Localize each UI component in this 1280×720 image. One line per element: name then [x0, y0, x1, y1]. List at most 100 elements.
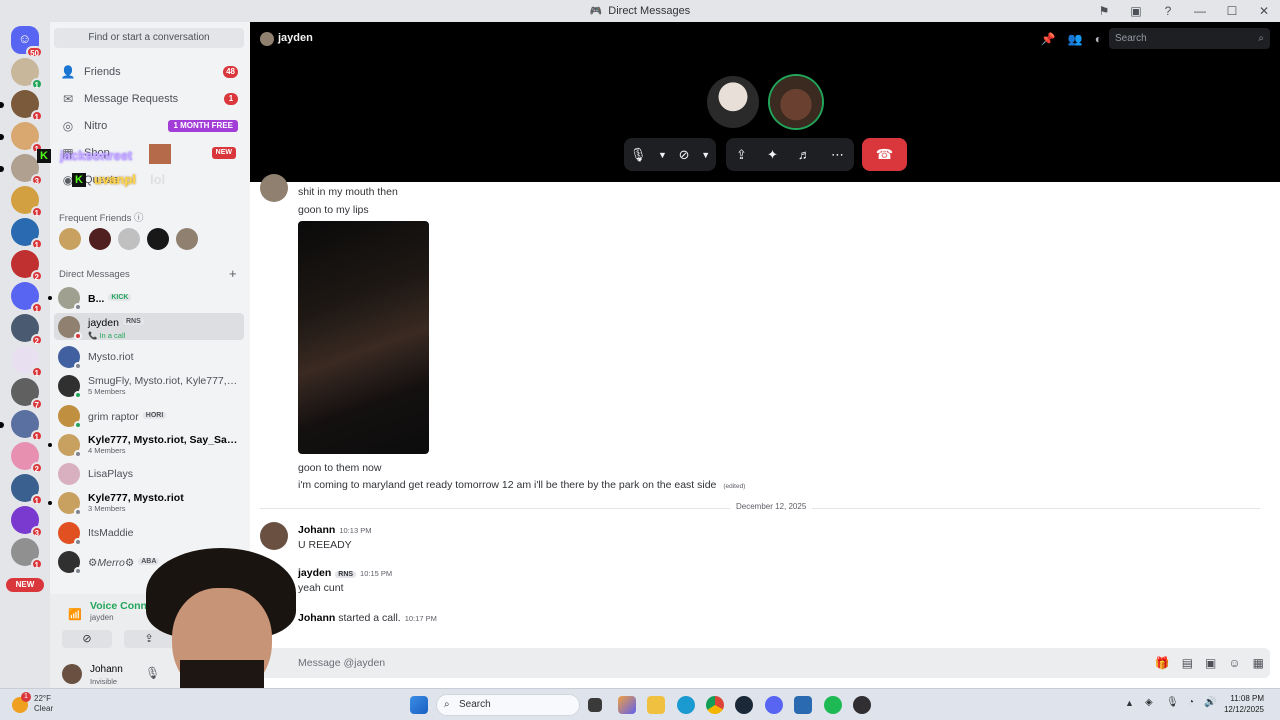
spotify-icon[interactable]	[824, 696, 842, 714]
server-icon[interactable]: 1	[11, 218, 43, 250]
channel-name: jayden	[278, 32, 313, 44]
server-icon[interactable]: 1	[11, 474, 43, 506]
chevron-down-icon[interactable]: ▼	[658, 150, 667, 160]
chevron-up-icon[interactable]: ▲	[1125, 698, 1134, 708]
sticker-icon[interactable]: ▣	[1205, 648, 1216, 678]
server-icon[interactable]: 2	[11, 442, 43, 474]
chevron-down-icon[interactable]: ▼	[701, 150, 710, 160]
camera-off-icon[interactable]: ⊘	[679, 147, 690, 163]
frequent-friend-avatar[interactable]	[59, 228, 81, 250]
message-header: Johann 10:13 PM	[298, 524, 371, 536]
taskbar: 1 22°F Clear ⌕ Search ▲ ◈ 🎙 ◔ 🔊 11:08 PM 12…	[0, 688, 1280, 720]
frequent-friend-avatar[interactable]	[176, 228, 198, 250]
activities-icon[interactable]: ✦	[767, 147, 778, 163]
create-dm-plus-icon[interactable]: +	[229, 266, 237, 281]
call-participant-avatar[interactable]	[707, 76, 759, 128]
message-image-attachment[interactable]	[298, 221, 429, 454]
hang-up-icon: ☎	[875, 146, 894, 162]
message-input[interactable]: Message @jayden 🎁 ▤ ▣ ☺ ▦	[260, 648, 1270, 678]
close-button[interactable]: ✕	[1248, 4, 1280, 18]
dm-item[interactable]: Kyle777, Mysto.riot 3 Members	[48, 489, 244, 516]
server-icon[interactable]: 1	[11, 186, 43, 218]
overlay-k-icon: K	[37, 149, 51, 163]
nav-nitro[interactable]: ◎ Nitro 1 MONTH FREE	[54, 113, 244, 139]
microphone-icon[interactable]: 🎙	[630, 147, 647, 163]
find-conversation-button[interactable]: Find or start a conversation	[54, 28, 244, 48]
add-friend-icon[interactable]: 👥	[1068, 32, 1083, 46]
server-badge: 1	[30, 238, 43, 250]
requests-count-badge: 1	[224, 93, 238, 105]
windows-start-icon[interactable]	[410, 696, 428, 714]
weather-widget[interactable]: 22°F Clear	[34, 694, 53, 714]
file-explorer-icon[interactable]	[647, 696, 665, 714]
dm-item[interactable]: Kyle777, Mysto.riot, Say_Say1... 4 Member…	[48, 431, 244, 458]
microphone-icon[interactable]: 🎙	[1166, 697, 1179, 708]
server-icon[interactable]: 7	[11, 378, 43, 410]
gift-icon[interactable]: 🎁	[1155, 648, 1170, 678]
wifi-icon[interactable]: ◔	[1188, 697, 1194, 708]
message-author[interactable]: Johann	[298, 524, 335, 536]
pin-icon[interactable]: 📌	[1041, 32, 1056, 46]
obs-icon[interactable]	[853, 696, 871, 714]
friends-icon: 👤	[60, 65, 76, 79]
emoji-icon[interactable]: ☺	[1228, 648, 1240, 678]
steam-icon[interactable]	[735, 696, 753, 714]
minimize-button[interactable]: —	[1184, 4, 1216, 18]
server-icon[interactable]: 3	[0, 154, 43, 186]
soundboard-icon[interactable]: ♬	[798, 147, 811, 162]
dm-item[interactable]: LisaPlays	[54, 460, 244, 487]
volume-icon[interactable]: 🔊	[1204, 697, 1216, 708]
nav-friends[interactable]: 👤 Friends 48	[54, 59, 244, 85]
new-server-tag[interactable]: NEW	[6, 578, 44, 592]
share-screen-icon[interactable]: ⇪	[736, 147, 747, 163]
chrome-icon[interactable]	[706, 696, 724, 714]
server-icon[interactable]: 1	[0, 90, 43, 122]
search-input[interactable]: Search ⌕	[1109, 28, 1270, 49]
more-icon[interactable]: ⋯	[831, 147, 844, 163]
maximize-button[interactable]: ☐	[1216, 4, 1248, 18]
home-button[interactable]: ☺ 50	[11, 26, 43, 58]
user-avatar[interactable]	[62, 664, 82, 684]
gif-icon[interactable]: ▤	[1182, 648, 1193, 678]
dm-item[interactable]: SmugFly, Mysto.riot, Kyle777, ... 5 Membe…	[54, 372, 244, 399]
screen-icon[interactable]: ▣	[1120, 4, 1152, 18]
frequent-friend-avatar[interactable]	[89, 228, 111, 250]
user-profile-icon[interactable]: ◐	[1095, 32, 1102, 46]
discord-taskbar-icon[interactable]	[765, 696, 783, 714]
server-icon[interactable]: 2	[11, 250, 43, 282]
message-avatar[interactable]	[260, 174, 288, 202]
help-icon[interactable]: ?	[1152, 4, 1184, 18]
end-call-button[interactable]: ☎	[862, 138, 907, 171]
taskbar-search[interactable]: ⌕ Search	[436, 694, 580, 716]
apps-icon[interactable]: ▦	[1253, 648, 1264, 678]
server-icon[interactable]: 1	[11, 538, 43, 570]
dm-item[interactable]: ItsMaddie	[54, 519, 244, 546]
inbox-flag-icon[interactable]: ⚑	[1088, 4, 1120, 18]
tray-icon[interactable]: ◈	[1145, 697, 1153, 708]
dm-item[interactable]: grim raptor HORI	[54, 402, 244, 429]
copilot-icon[interactable]	[618, 696, 636, 714]
server-icon[interactable]: 1	[11, 346, 43, 378]
server-icon[interactable]: 1	[11, 282, 43, 314]
server-icon[interactable]: 1	[0, 410, 43, 442]
system-clock[interactable]: 11:08 PM 12/12/2025	[1224, 693, 1264, 715]
call-actions: ⇪ ✦ ♬ ⋯	[726, 138, 854, 171]
task-view-icon[interactable]	[588, 698, 602, 712]
frequent-friend-avatar[interactable]	[147, 228, 169, 250]
dm-item[interactable]: Mysto.riot	[54, 343, 244, 370]
dm-item-selected[interactable]: jayden RNS 📞 In a call	[54, 313, 244, 340]
call-participant-avatar[interactable]	[770, 76, 822, 128]
server-icon[interactable]: 1	[0, 122, 43, 154]
nav-message-requests[interactable]: ✉ Message Requests 1	[54, 86, 244, 112]
edge-icon[interactable]	[677, 696, 695, 714]
app-window: 🎮 Direct Messages ⚑ ▣ ? — ☐ ✕ ☺ 50 1 1 1…	[0, 0, 1280, 720]
dm-name: jayden	[88, 317, 119, 329]
message-avatar[interactable]	[260, 522, 288, 550]
store-icon[interactable]	[794, 696, 812, 714]
server-icon[interactable]: 3	[11, 506, 43, 538]
dm-item[interactable]: B... KICK	[48, 284, 244, 311]
camera-off-button[interactable]: ⊘	[62, 630, 112, 648]
server-icon[interactable]: 2	[11, 314, 43, 346]
frequent-friend-avatar[interactable]	[118, 228, 140, 250]
server-icon[interactable]: 1	[11, 58, 43, 90]
